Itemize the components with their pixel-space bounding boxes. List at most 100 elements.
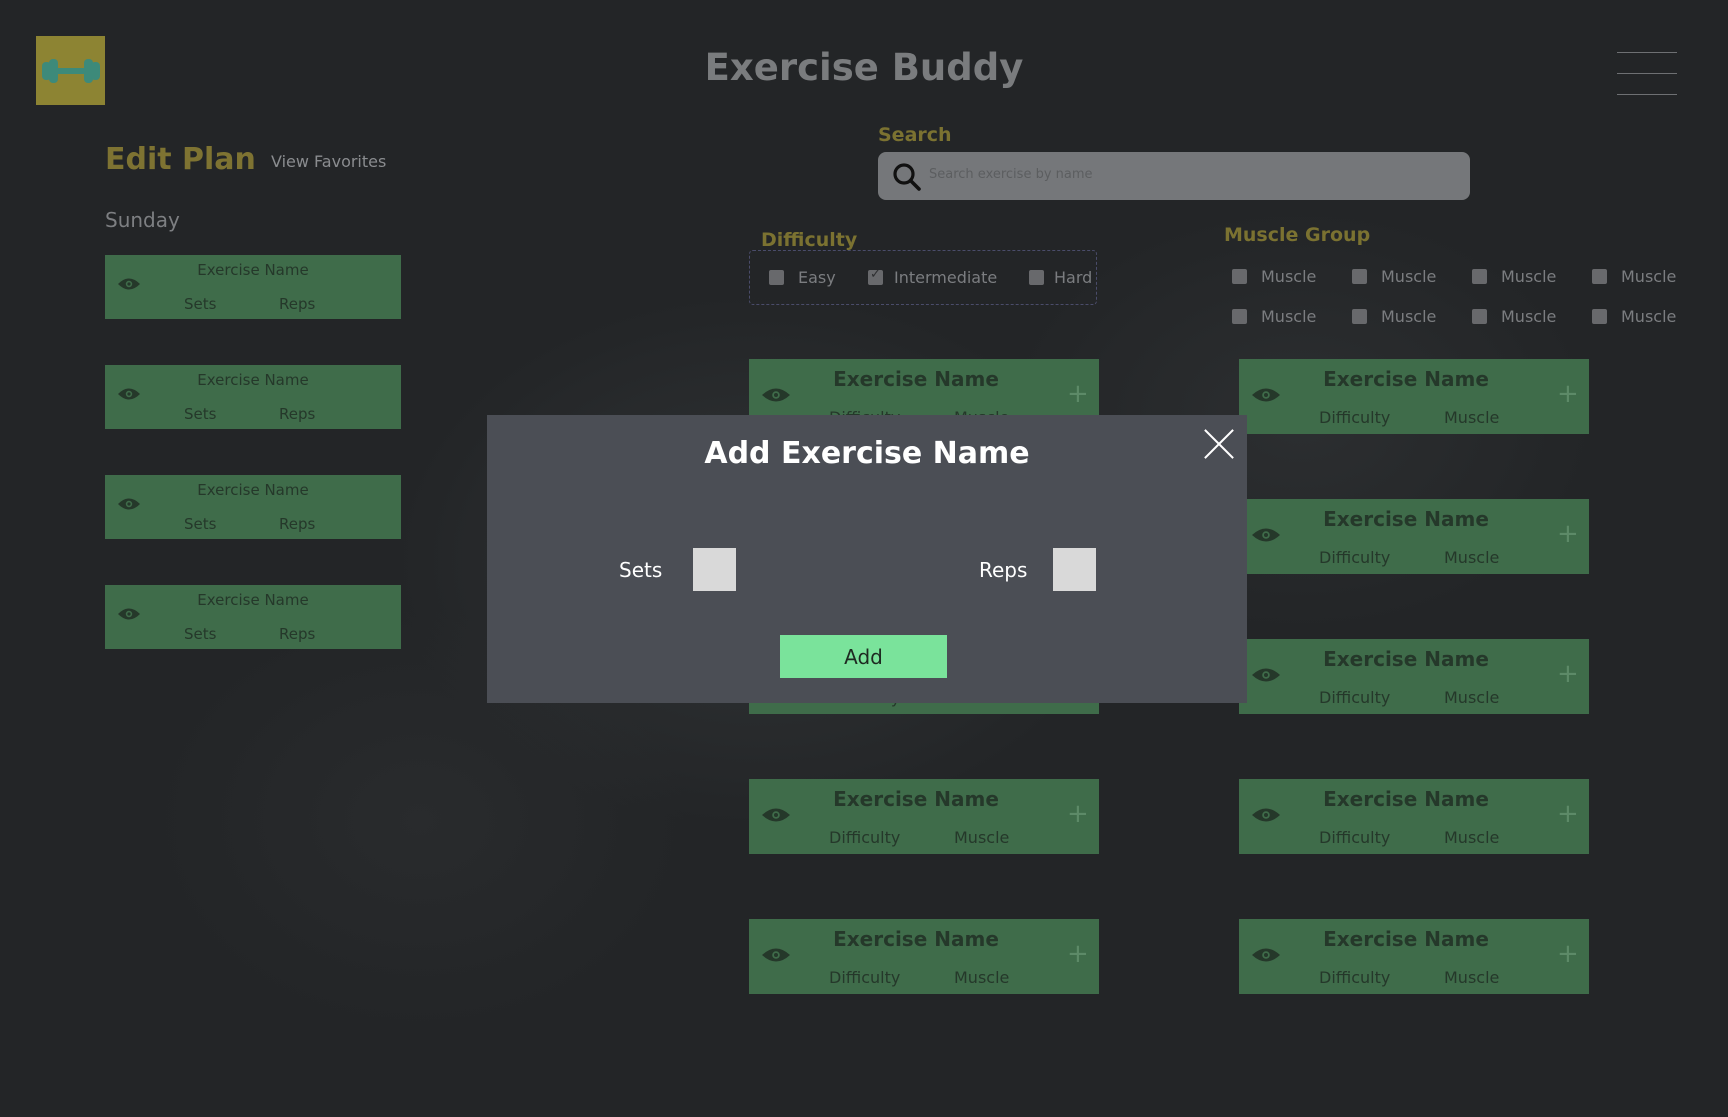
- exercise-difficulty: Difficulty: [829, 828, 901, 847]
- menu-line: [1617, 94, 1677, 95]
- difficulty-label-easy: Easy: [798, 268, 836, 287]
- exercise-difficulty: Difficulty: [1319, 968, 1391, 987]
- difficulty-checkbox-easy[interactable]: [769, 270, 784, 285]
- exercise-muscle: Muscle: [954, 828, 1010, 847]
- add-exercise-button[interactable]: +: [1557, 941, 1579, 967]
- plan-item[interactable]: Exercise Name Sets Reps: [105, 255, 401, 319]
- modal-title: Add Exercise Name: [704, 436, 1030, 471]
- eye-icon[interactable]: [117, 497, 141, 511]
- muscle-checkbox[interactable]: [1472, 269, 1487, 284]
- exercise-name: Exercise Name: [833, 927, 999, 951]
- difficulty-label: Difficulty: [761, 229, 858, 251]
- muscle-checkbox[interactable]: [1352, 309, 1367, 324]
- add-button[interactable]: Add: [780, 635, 947, 678]
- muscle-option-label: Muscle: [1501, 307, 1557, 326]
- exercise-name: Exercise Name: [1323, 787, 1489, 811]
- exercise-difficulty: Difficulty: [829, 968, 901, 987]
- plan-item-sets: Sets: [184, 405, 217, 423]
- exercise-card[interactable]: Exercise Name Difficulty Muscle +: [749, 779, 1099, 854]
- exercise-card[interactable]: Exercise Name Difficulty Muscle +: [1239, 499, 1589, 574]
- muscle-option-label: Muscle: [1261, 307, 1317, 326]
- exercise-muscle: Muscle: [1444, 828, 1500, 847]
- exercise-muscle: Muscle: [1444, 548, 1500, 567]
- difficulty-checkbox-intermediate[interactable]: [868, 267, 883, 285]
- menu-line: [1617, 73, 1677, 74]
- difficulty-checkbox-hard[interactable]: [1029, 270, 1044, 285]
- muscle-checkbox[interactable]: [1592, 309, 1607, 324]
- exercise-name: Exercise Name: [833, 367, 999, 391]
- add-exercise-button[interactable]: +: [1067, 801, 1089, 827]
- close-icon[interactable]: [1204, 429, 1234, 459]
- exercise-muscle: Muscle: [1444, 408, 1500, 427]
- plan-item-name: Exercise Name: [197, 481, 309, 499]
- exercise-card[interactable]: Exercise Name Difficulty Muscle +: [1239, 779, 1589, 854]
- add-exercise-button[interactable]: +: [1067, 381, 1089, 407]
- plan-item[interactable]: Exercise Name Sets Reps: [105, 585, 401, 649]
- muscle-option-label: Muscle: [1381, 307, 1437, 326]
- add-exercise-button[interactable]: +: [1557, 521, 1579, 547]
- plan-item-name: Exercise Name: [197, 591, 309, 609]
- add-exercise-button[interactable]: +: [1557, 801, 1579, 827]
- plan-item-reps: Reps: [279, 405, 316, 423]
- menu-line: [1617, 52, 1677, 53]
- exercise-card[interactable]: Exercise Name Difficulty Muscle +: [1239, 919, 1589, 994]
- muscle-checkbox[interactable]: [1232, 269, 1247, 284]
- exercise-card[interactable]: Exercise Name Difficulty Muscle +: [1239, 639, 1589, 714]
- exercise-name: Exercise Name: [833, 787, 999, 811]
- plan-item-sets: Sets: [184, 625, 217, 643]
- sets-input[interactable]: [693, 548, 736, 591]
- add-exercise-button[interactable]: +: [1557, 661, 1579, 687]
- muscle-option-label: Muscle: [1621, 307, 1677, 326]
- exercise-difficulty: Difficulty: [1319, 408, 1391, 427]
- day-label: Sunday: [105, 208, 180, 232]
- muscle-option-label: Muscle: [1501, 267, 1557, 286]
- add-exercise-button[interactable]: +: [1067, 941, 1089, 967]
- plan-item[interactable]: Exercise Name Sets Reps: [105, 475, 401, 539]
- exercise-muscle: Muscle: [1444, 688, 1500, 707]
- muscle-option-label: Muscle: [1261, 267, 1317, 286]
- exercise-name: Exercise Name: [1323, 367, 1489, 391]
- eye-icon[interactable]: [117, 607, 141, 621]
- difficulty-label-hard: Hard: [1054, 268, 1093, 287]
- exercise-difficulty: Difficulty: [1319, 688, 1391, 707]
- plan-item[interactable]: Exercise Name Sets Reps: [105, 365, 401, 429]
- plan-item-reps: Reps: [279, 295, 316, 313]
- plan-item-reps: Reps: [279, 625, 316, 643]
- reps-label: Reps: [979, 558, 1028, 582]
- muscle-checkbox[interactable]: [1592, 269, 1607, 284]
- muscle-checkbox[interactable]: [1352, 269, 1367, 284]
- plan-item-reps: Reps: [279, 515, 316, 533]
- reps-input[interactable]: [1053, 548, 1096, 591]
- app-title: Exercise Buddy: [704, 46, 1024, 89]
- exercise-difficulty: Difficulty: [1319, 828, 1391, 847]
- plan-item-name: Exercise Name: [197, 261, 309, 279]
- eye-icon[interactable]: [117, 387, 141, 401]
- exercise-card[interactable]: Exercise Name Difficulty Muscle +: [749, 919, 1099, 994]
- exercise-muscle: Muscle: [1444, 968, 1500, 987]
- exercise-card[interactable]: Exercise Name Difficulty Muscle +: [1239, 359, 1589, 434]
- add-exercise-button[interactable]: +: [1557, 381, 1579, 407]
- muscle-checkbox[interactable]: [1472, 309, 1487, 324]
- sets-label: Sets: [619, 558, 663, 582]
- search-label: Search: [878, 124, 952, 146]
- exercise-muscle: Muscle: [954, 968, 1010, 987]
- plan-item-name: Exercise Name: [197, 371, 309, 389]
- exercise-name: Exercise Name: [1323, 927, 1489, 951]
- plan-item-sets: Sets: [184, 295, 217, 313]
- muscle-checkbox[interactable]: [1232, 309, 1247, 324]
- muscle-option-label: Muscle: [1381, 267, 1437, 286]
- plan-item-sets: Sets: [184, 515, 217, 533]
- add-exercise-modal: Add Exercise Name Sets Reps Add: [487, 415, 1247, 703]
- exercise-name: Exercise Name: [1323, 507, 1489, 531]
- difficulty-label-intermediate: Intermediate: [894, 268, 998, 287]
- exercise-difficulty: Difficulty: [1319, 548, 1391, 567]
- view-favorites-link[interactable]: View Favorites: [271, 152, 386, 171]
- muscle-group-label: Muscle Group: [1224, 224, 1371, 246]
- eye-icon[interactable]: [117, 277, 141, 291]
- search-input[interactable]: Search exercise by name: [878, 152, 1470, 200]
- search-placeholder: Search exercise by name: [929, 167, 1093, 182]
- exercise-name: Exercise Name: [1323, 647, 1489, 671]
- muscle-option-label: Muscle: [1621, 267, 1677, 286]
- hamburger-menu-icon[interactable]: [1617, 52, 1677, 96]
- search-icon: [893, 163, 921, 191]
